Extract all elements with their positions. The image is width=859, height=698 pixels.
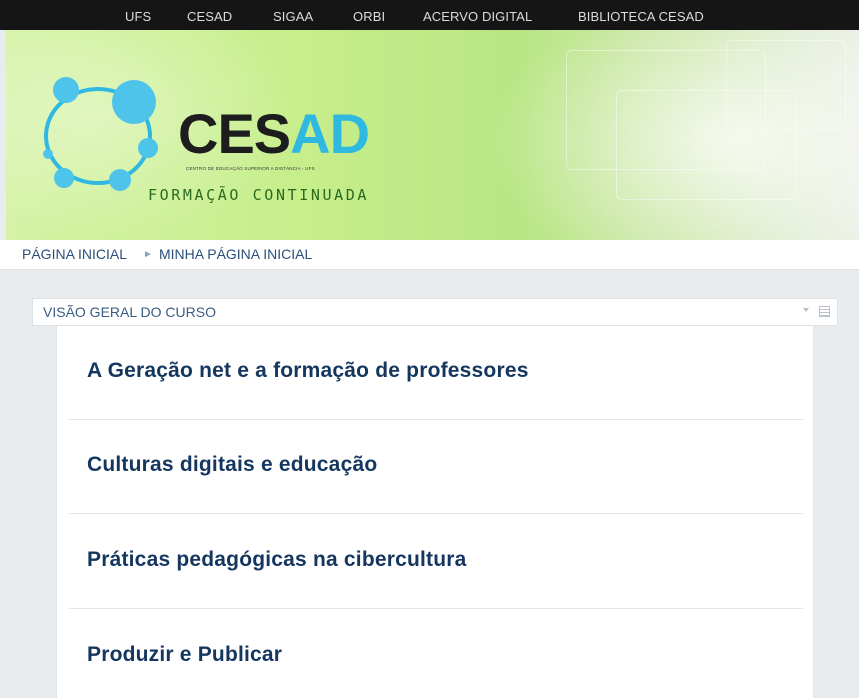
banner-tagline: FORMAÇÃO CONTINUADA [148, 186, 369, 204]
logo-subtitle: CENTRO DE EDUCAÇÃO SUPERIOR A DISTÂNCIA … [186, 166, 315, 171]
course-link[interactable]: Produzir e Publicar [87, 643, 282, 667]
logo-wordmark-accent: AD [290, 102, 370, 165]
logo-dot [112, 80, 156, 124]
breadcrumb-separator-icon: ► [143, 249, 153, 260]
logo-dot [53, 77, 79, 103]
breadcrumb-current-link[interactable]: MINHA PÁGINA INICIAL [159, 246, 312, 262]
course-item: Culturas digitais e educação [69, 420, 803, 514]
logo-dot [109, 169, 131, 191]
course-link[interactable]: A Geração net e a formação de professore… [87, 359, 529, 383]
logo-dot [54, 168, 74, 188]
dock-icon[interactable] [819, 306, 830, 317]
nav-link-sigaa[interactable]: SIGAA [273, 9, 313, 24]
logo-molecule-icon[interactable] [36, 74, 176, 204]
banner-decor-pane [726, 40, 846, 130]
logo-dot [138, 138, 158, 158]
course-overview-header: VISÃO GERAL DO CURSO [32, 298, 838, 326]
course-link[interactable]: Práticas pedagógicas na cibercultura [87, 548, 467, 572]
nav-link-acervo-digital[interactable]: ACERVO DIGITAL [423, 9, 532, 24]
nav-link-cesad[interactable]: CESAD [187, 9, 232, 24]
top-navigation: UFS CESAD SIGAA ORBI ACERVO DIGITAL BIBL… [0, 0, 859, 30]
course-list: A Geração net e a formação de professore… [56, 326, 814, 698]
course-link[interactable]: Culturas digitais e educação [87, 453, 377, 477]
course-item: Produzir e Publicar [69, 610, 803, 698]
chevron-down-icon[interactable] [803, 308, 809, 312]
nav-link-orbi[interactable]: ORBI [353, 9, 385, 24]
logo-dot [43, 149, 53, 159]
nav-link-ufs[interactable]: UFS [125, 9, 151, 24]
course-item: Práticas pedagógicas na cibercultura [69, 515, 803, 609]
nav-link-biblioteca-cesad[interactable]: BIBLIOTECA CESAD [578, 9, 704, 24]
logo-wordmark-main: CES [178, 102, 291, 165]
breadcrumb-home-link[interactable]: PÁGINA INICIAL [22, 246, 127, 262]
logo-wordmark[interactable]: CESAD [178, 102, 370, 165]
breadcrumb: PÁGINA INICIAL ► MINHA PÁGINA INICIAL [0, 240, 859, 270]
block-title: VISÃO GERAL DO CURSO [43, 304, 216, 320]
course-item: A Geração net e a formação de professore… [69, 326, 803, 420]
site-banner: CESAD CENTRO DE EDUCAÇÃO SUPERIOR A DIST… [6, 30, 859, 240]
